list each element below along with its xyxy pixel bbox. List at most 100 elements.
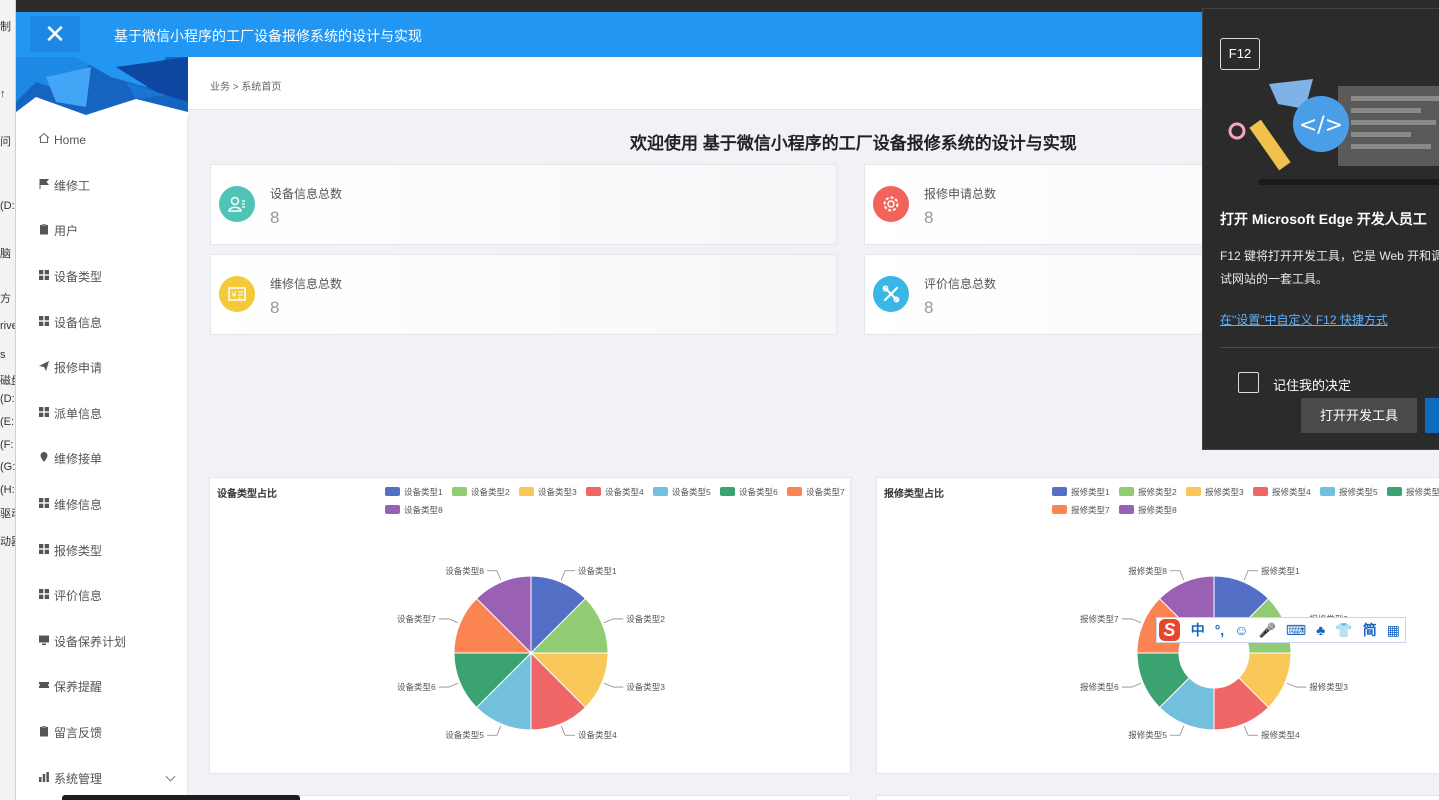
sidebar-item[interactable]: 留言反馈 <box>16 710 188 756</box>
pie-chart-device-type: 设备类型1 设备类型2 设备类型3 设备类型4 设备类型5 设备类型6 设备类型7 设备类型8… <box>385 487 845 740</box>
ticket-icon <box>38 679 54 694</box>
slice-label: 设备类型7 <box>397 614 436 624</box>
legend-swatch <box>653 487 668 496</box>
legend-item[interactable]: 报修类型1 <box>1052 487 1110 497</box>
sogou-logo-icon[interactable]: S <box>1159 619 1180 641</box>
sidebar-item[interactable]: 保养提醒 <box>16 664 188 710</box>
legend-item[interactable]: 报修类型8 <box>1119 505 1177 515</box>
legend-swatch <box>1052 487 1067 496</box>
ime-button[interactable]: 中 <box>1191 620 1205 640</box>
legend-item[interactable]: 设备类型1 <box>385 487 443 497</box>
sidebar-item[interactable]: 维修接单 <box>16 436 188 482</box>
legend-label: 设备类型2 <box>471 487 510 497</box>
clipboard-icon <box>38 223 54 238</box>
sidebar-item[interactable]: 系统管理 <box>16 755 188 800</box>
legend-item[interactable]: 设备类型3 <box>519 487 577 497</box>
sidebar-item[interactable]: 用户 <box>16 208 188 254</box>
primary-button[interactable] <box>1425 398 1439 433</box>
legend-item[interactable]: 设备类型7 <box>787 487 845 497</box>
slice-leader-line <box>1243 725 1259 736</box>
slice-leader-line <box>603 618 624 624</box>
ime-button[interactable]: ♣ <box>1316 622 1325 638</box>
breadcrumb-root[interactable]: 业务 <box>210 82 230 93</box>
slice-label: 设备类型1 <box>578 566 617 576</box>
legend-swatch <box>385 505 400 514</box>
legend-item[interactable]: 报修类型5 <box>1320 487 1378 497</box>
remember-decision-checkbox[interactable] <box>1238 372 1259 393</box>
legend-item[interactable]: 设备类型2 <box>452 487 510 497</box>
slice-label: 设备类型5 <box>445 730 484 740</box>
sidebar-item-label: 保养提醒 <box>54 680 103 695</box>
grid-icon <box>38 406 54 421</box>
ime-button[interactable]: ▦ <box>1387 622 1400 639</box>
legend-swatch <box>452 487 467 496</box>
legend-item[interactable]: 设备类型5 <box>653 487 711 497</box>
stat-label: 报修申请总数 <box>924 187 997 201</box>
legend-item[interactable]: 报修类型4 <box>1253 487 1311 497</box>
f12-dialog-title: 打开 Microsoft Edge 开发人员工 <box>1220 211 1427 227</box>
legend-item[interactable]: 报修类型7 <box>1052 505 1110 515</box>
grid-icon <box>38 543 54 558</box>
legend-swatch <box>385 487 400 496</box>
sidebar-item[interactable]: 设备类型 <box>16 254 188 300</box>
legend-swatch <box>1052 505 1067 514</box>
slice-leader-line <box>1121 618 1142 624</box>
legend-label: 设备类型1 <box>404 487 443 497</box>
sidebar-item-label: 系统管理 <box>54 771 103 786</box>
ime-button[interactable]: °, <box>1215 622 1225 638</box>
explorer-fragment: (D: <box>0 393 15 405</box>
legend-swatch <box>519 487 534 496</box>
sidebar-item[interactable]: 设备保养计划 <box>16 619 188 665</box>
sidebar-item-label: Home <box>54 132 87 147</box>
home-icon <box>38 132 54 147</box>
legend-item[interactable]: 设备类型6 <box>720 487 778 497</box>
open-devtools-button[interactable]: 打开开发工具 <box>1301 398 1417 433</box>
explorer-fragment: 问 <box>0 136 11 148</box>
send-icon <box>38 360 54 375</box>
sidebar-menu: Home 维修工 用户 设备类型 设备信息报修申请派单信息 维修接单 维修信息 报修类型 评价信… <box>16 117 188 800</box>
gear-icon <box>873 186 909 222</box>
stat-value: 8 <box>270 208 280 227</box>
f12-dialog-description: F12 键将打开开发工具，它是 Web 开和调试网站的一套工具。 <box>1220 249 1439 286</box>
legend-label: 报修类型8 <box>1138 505 1177 515</box>
sidebar: Home 维修工 用户 设备类型 设备信息报修申请派单信息 维修接单 维修信息 报修类型 评价信… <box>16 57 188 800</box>
customize-f12-link[interactable]: 在"设置"中自定义 F12 快捷方式 <box>1220 311 1388 328</box>
clipboard-icon <box>38 725 54 740</box>
chart-card-bottom-left <box>209 795 851 800</box>
explorer-fragment: 磁盘 <box>0 375 15 387</box>
legend-item[interactable]: 报修类型3 <box>1186 487 1244 497</box>
sidebar-item[interactable]: Home <box>16 117 188 163</box>
sidebar-item[interactable]: 维修工 <box>16 163 188 209</box>
sidebar-item-label: 报修申请 <box>54 361 103 376</box>
stat-label: 评价信息总数 <box>924 277 997 291</box>
sidebar-item[interactable]: 报修申请 <box>16 345 188 391</box>
explorer-fragment: rive <box>0 320 16 332</box>
explorer-fragment: 脑 <box>0 248 11 260</box>
legend-swatch <box>1387 487 1402 496</box>
explorer-fragment: 方 <box>0 293 11 305</box>
sidebar-item[interactable]: 评价信息 <box>16 573 188 619</box>
legend-label: 设备类型7 <box>806 487 845 497</box>
sidebar-item[interactable]: 设备信息 <box>16 299 188 345</box>
legend-label: 报修类型1 <box>1071 487 1110 497</box>
legend-item[interactable]: 报修类型2 <box>1119 487 1177 497</box>
edge-f12-dialog: F12 </> 打开 Microsoft Edge 开发人员工 F12 键将打开… <box>1202 8 1439 450</box>
explorer-fragment: (G: <box>0 461 16 473</box>
slice-label: 设备类型2 <box>626 614 665 624</box>
sidebar-item[interactable]: 报修类型 <box>16 527 188 573</box>
legend-swatch <box>586 487 601 496</box>
ime-button[interactable]: 🎤 <box>1258 622 1275 639</box>
stat-label: 维修信息总数 <box>270 277 343 291</box>
ime-button[interactable]: ☺ <box>1234 622 1248 638</box>
breadcrumb: 业务 > 系统首页 <box>210 78 281 93</box>
legend-item[interactable]: 设备类型4 <box>586 487 644 497</box>
sidebar-item[interactable]: 维修信息 <box>16 482 188 528</box>
sidebar-item[interactable]: 派单信息 <box>16 391 188 437</box>
legend-item[interactable]: 报修类型6 <box>1387 487 1439 497</box>
ime-button[interactable]: 简 <box>1363 620 1377 640</box>
ime-button[interactable]: 👕 <box>1335 622 1352 639</box>
legend-item[interactable]: 设备类型8 <box>385 505 443 515</box>
ime-button[interactable]: ⌨ <box>1286 622 1306 639</box>
legend-label: 设备类型3 <box>538 487 577 497</box>
close-button[interactable]: ✕ <box>30 16 80 52</box>
